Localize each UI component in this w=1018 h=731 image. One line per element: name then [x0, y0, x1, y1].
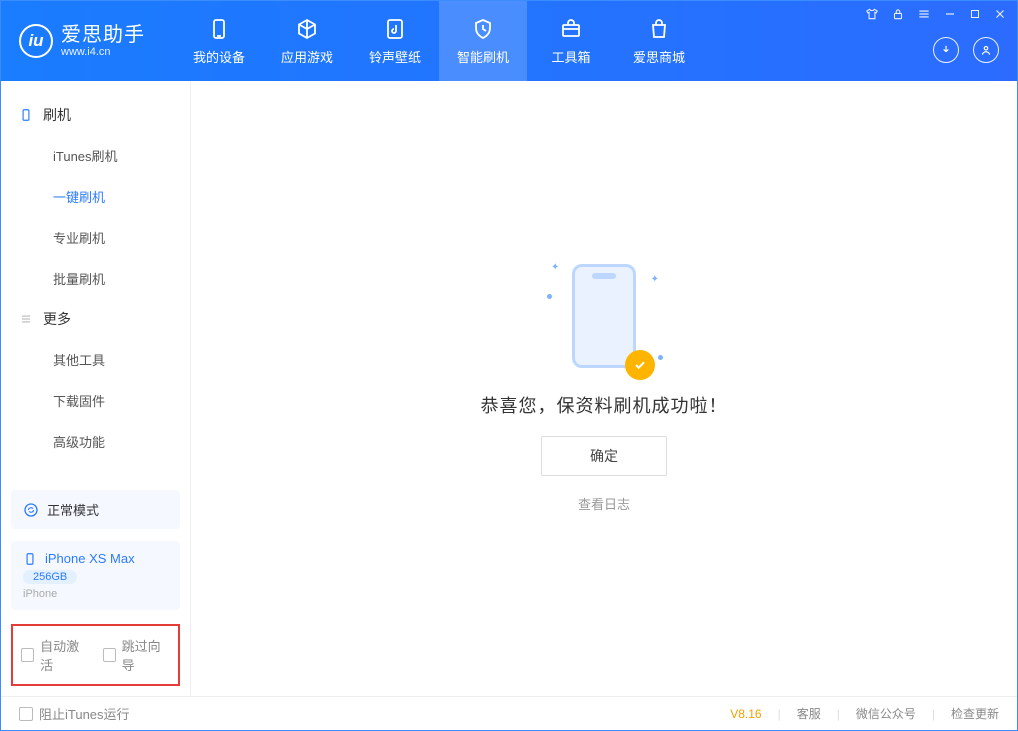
close-button[interactable] [993, 7, 1007, 21]
list-icon [19, 312, 33, 326]
app-url: www.i4.cn [61, 46, 145, 58]
app-name: 爱思助手 [61, 24, 145, 46]
device-storage-badge: 256GB [23, 570, 77, 584]
logo-icon: iu [19, 24, 53, 58]
checkbox-icon [103, 648, 116, 662]
success-message: 恭喜您，保资料刷机成功啦！ [481, 392, 728, 418]
cube-icon [295, 17, 319, 41]
version-label: V8.16 [730, 707, 761, 721]
maximize-button[interactable] [969, 7, 981, 21]
sparkle-icon: ✦ [551, 262, 559, 273]
footer-link-support[interactable]: 客服 [797, 705, 821, 722]
sidebar-item-download-firmware[interactable]: 下载固件 [1, 380, 190, 421]
minimize-button[interactable] [943, 7, 957, 21]
sidebar-group-more: 更多 [1, 299, 190, 339]
window-controls [865, 7, 1007, 21]
checkbox-icon [19, 707, 33, 721]
device-icon [207, 17, 231, 41]
checkbox-icon [21, 648, 34, 662]
footer-link-update[interactable]: 检查更新 [951, 705, 999, 722]
lock-icon[interactable] [891, 7, 905, 21]
device-mode-box[interactable]: 正常模式 [11, 490, 180, 529]
toolbox-icon [559, 17, 583, 41]
phone-graphic [572, 264, 636, 368]
tab-toolbox[interactable]: 工具箱 [527, 1, 615, 81]
checkmark-badge-icon [625, 350, 655, 380]
sidebar: 刷机 iTunes刷机 一键刷机 专业刷机 批量刷机 更多 其他工具 下载固件 … [1, 81, 191, 696]
sidebar-item-advanced[interactable]: 高级功能 [1, 421, 190, 462]
header-action-icons [933, 37, 999, 63]
phone-small-icon [19, 108, 33, 122]
checkbox-skip-guide[interactable]: 跳过向导 [103, 636, 171, 674]
tab-store[interactable]: 爱思商城 [615, 1, 703, 81]
sidebar-group-flash: 刷机 [1, 95, 190, 135]
menu-icon[interactable] [917, 7, 931, 21]
tshirt-icon[interactable] [865, 7, 879, 21]
success-illustration: ✦ ✦ [559, 264, 649, 374]
tab-smart-flash[interactable]: 智能刷机 [439, 1, 527, 81]
sidebar-item-itunes-flash[interactable]: iTunes刷机 [1, 135, 190, 176]
view-log-link[interactable]: 查看日志 [578, 494, 630, 513]
device-name: iPhone XS Max [45, 551, 135, 566]
sidebar-item-other-tools[interactable]: 其他工具 [1, 339, 190, 380]
device-info-box[interactable]: iPhone XS Max 256GB iPhone [11, 541, 180, 610]
main-tabs: 我的设备 应用游戏 铃声壁纸 智能刷机 工具箱 爱思商城 [175, 1, 703, 81]
options-highlight-box: 自动激活 跳过向导 [11, 624, 180, 686]
music-icon [383, 17, 407, 41]
checkbox-block-itunes[interactable]: 阻止iTunes运行 [19, 704, 130, 723]
sparkle-icon: ✦ [651, 274, 659, 285]
sidebar-item-pro-flash[interactable]: 专业刷机 [1, 217, 190, 258]
app-logo: iu 爱思助手 www.i4.cn [19, 24, 145, 58]
dot-icon [658, 355, 663, 360]
bag-icon [647, 17, 671, 41]
checkbox-auto-activate[interactable]: 自动激活 [21, 636, 89, 674]
app-header: iu 爱思助手 www.i4.cn 我的设备 应用游戏 铃声壁纸 智能刷机 工具… [1, 1, 1017, 81]
user-button[interactable] [973, 37, 999, 63]
status-bar: 阻止iTunes运行 V8.16 | 客服 | 微信公众号 | 检查更新 [1, 696, 1017, 730]
phone-outline-icon [23, 552, 37, 566]
sidebar-item-oneclick-flash[interactable]: 一键刷机 [1, 176, 190, 217]
download-button[interactable] [933, 37, 959, 63]
sync-icon [23, 502, 39, 518]
tab-ringtone-wallpaper[interactable]: 铃声壁纸 [351, 1, 439, 81]
ok-button[interactable]: 确定 [541, 436, 667, 476]
device-type: iPhone [23, 588, 168, 600]
main-content: ✦ ✦ 恭喜您，保资料刷机成功啦！ 确定 查看日志 [191, 81, 1017, 696]
tab-my-device[interactable]: 我的设备 [175, 1, 263, 81]
footer-link-wechat[interactable]: 微信公众号 [856, 705, 916, 722]
tab-apps-games[interactable]: 应用游戏 [263, 1, 351, 81]
sidebar-item-batch-flash[interactable]: 批量刷机 [1, 258, 190, 299]
dot-icon [547, 294, 552, 299]
shield-icon [471, 17, 495, 41]
